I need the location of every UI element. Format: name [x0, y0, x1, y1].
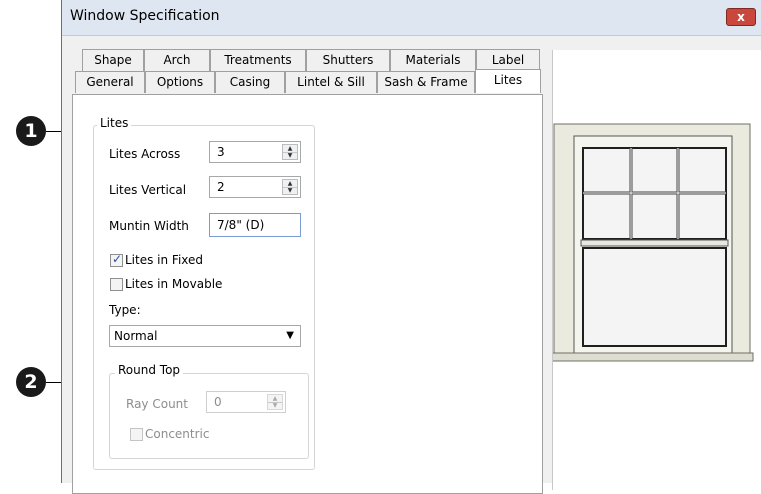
- spin-down-icon[interactable]: ▼: [283, 152, 297, 159]
- tab-label: Sash & Frame: [384, 75, 468, 89]
- ray-count-arrows[interactable]: ▲ ▼: [267, 394, 283, 410]
- tab-label: Label: [491, 53, 525, 67]
- lites-in-movable-label: Lites in Movable: [125, 277, 223, 291]
- type-label: Type:: [109, 303, 141, 317]
- tab-label: Lites: [493, 73, 523, 87]
- type-dropdown[interactable]: Normal ▼: [109, 325, 301, 347]
- lites-vertical-spinner[interactable]: 2 ▲ ▼: [209, 176, 301, 198]
- lites-group-legend: Lites: [97, 116, 132, 130]
- dialog-title: Window Specification: [70, 8, 220, 24]
- lites-vertical-arrows[interactable]: ▲ ▼: [282, 179, 298, 195]
- ray-count-label: Ray Count: [126, 397, 188, 411]
- tab-shape[interactable]: Shape: [82, 49, 144, 71]
- tab-label: Treatments: [224, 53, 292, 67]
- lites-across-spinner[interactable]: 3 ▲ ▼: [209, 141, 301, 163]
- tab-label: Casing: [229, 75, 271, 89]
- spin-down-icon[interactable]: ▼: [268, 402, 282, 409]
- muntin-width-field[interactable]: 7/8" (D): [209, 213, 301, 237]
- tab-options[interactable]: Options: [145, 71, 215, 93]
- tab-casing[interactable]: Casing: [215, 71, 285, 93]
- lites-tab-panel: Lites Lites Across 3 ▲ ▼ Lites Vertical 2…: [72, 94, 543, 494]
- lites-in-fixed-checkbox[interactable]: ✓: [110, 252, 123, 267]
- lites-across-arrows[interactable]: ▲ ▼: [282, 144, 298, 160]
- tab-label: Shape: [94, 53, 132, 67]
- tab-general[interactable]: General: [75, 71, 145, 93]
- lites-in-fixed-label: Lites in Fixed: [125, 253, 204, 267]
- tab-materials[interactable]: Materials: [390, 49, 476, 71]
- close-button[interactable]: x: [726, 8, 756, 26]
- tab-arch[interactable]: Arch: [144, 49, 210, 71]
- round-top-group: [109, 373, 309, 459]
- tab-lites[interactable]: Lites: [475, 69, 541, 93]
- muntin-width-value: 7/8" (D): [217, 218, 265, 232]
- lites-vertical-label: Lites Vertical: [109, 183, 187, 197]
- window-specification-dialog: Window Specification x Shape Arch Treatm…: [61, 0, 761, 494]
- checkmark-icon: ✓: [112, 252, 123, 266]
- title-bar: Window Specification x: [62, 0, 761, 36]
- callout-2: 2: [16, 367, 46, 397]
- tab-label: Lintel & Sill: [297, 75, 365, 89]
- muntin-width-label: Muntin Width: [109, 219, 189, 233]
- lites-in-movable-checkbox[interactable]: [110, 278, 123, 291]
- tab-shutters[interactable]: Shutters: [306, 49, 390, 71]
- tab-lintel-sill[interactable]: Lintel & Sill: [285, 71, 377, 93]
- tab-label: Arch: [163, 53, 191, 67]
- tab-treatments[interactable]: Treatments: [210, 49, 306, 71]
- close-icon: x: [737, 10, 745, 24]
- tab-label: General: [86, 75, 134, 89]
- lites-vertical-value: 2: [217, 180, 225, 194]
- concentric-checkbox[interactable]: [130, 428, 143, 441]
- tab-label-tab[interactable]: Label: [476, 49, 540, 71]
- tab-label: Materials: [405, 53, 461, 67]
- spin-down-icon[interactable]: ▼: [283, 187, 297, 194]
- type-value: Normal: [114, 329, 158, 343]
- lites-across-label: Lites Across: [109, 147, 181, 161]
- tab-sash-frame[interactable]: Sash & Frame: [377, 71, 475, 93]
- window-preview-drawing: [542, 123, 754, 362]
- window-preview-pane: [542, 50, 761, 490]
- round-top-legend: Round Top: [115, 363, 184, 377]
- chevron-down-icon: ▼: [286, 330, 294, 341]
- tab-label: Options: [156, 75, 204, 89]
- callout-1: 1: [16, 116, 46, 146]
- ray-count-spinner[interactable]: 0 ▲ ▼: [206, 391, 286, 413]
- lites-across-value: 3: [217, 145, 225, 159]
- ray-count-value: 0: [214, 395, 222, 409]
- tab-label: Shutters: [322, 53, 374, 67]
- concentric-label: Concentric: [145, 427, 210, 441]
